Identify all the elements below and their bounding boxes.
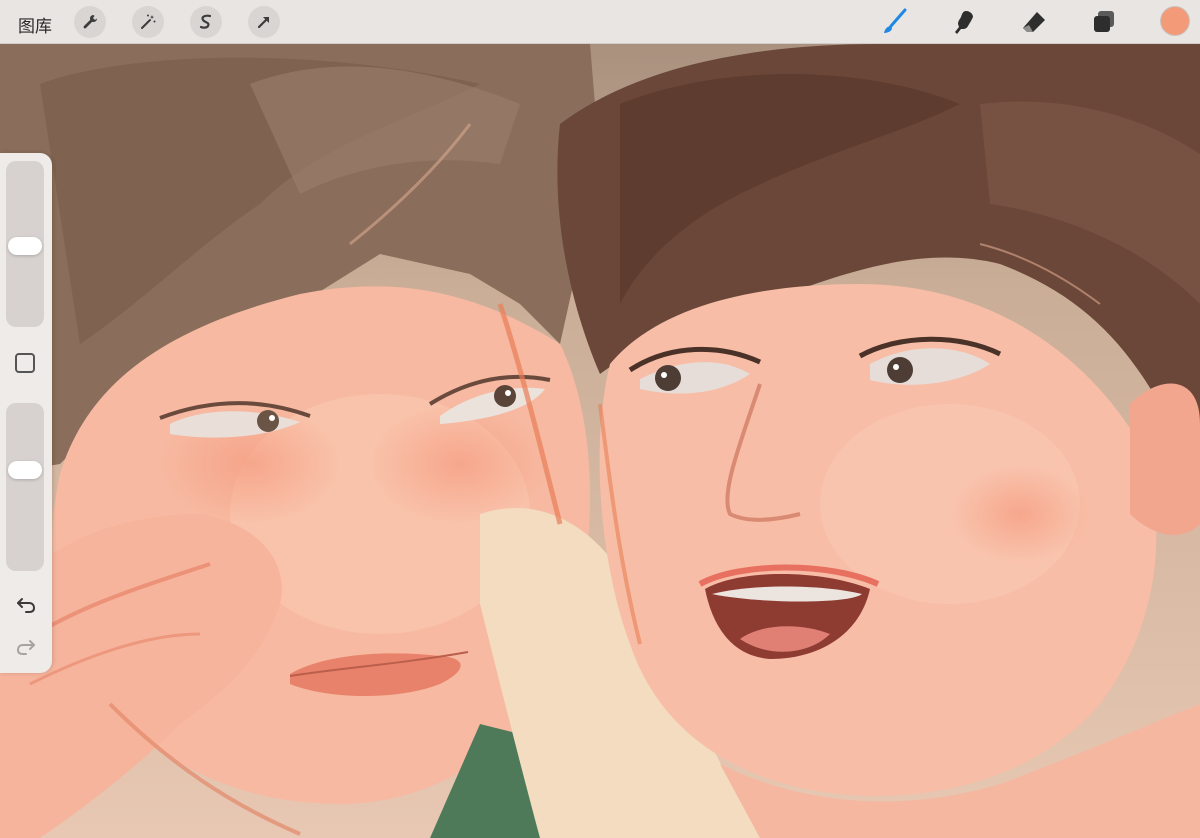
brush-icon bbox=[884, 8, 907, 33]
drawing-canvas[interactable] bbox=[0, 44, 1200, 838]
brush-size-slider[interactable] bbox=[6, 161, 44, 327]
smudge-icon bbox=[955, 11, 973, 34]
transform-arrow-icon bbox=[257, 16, 270, 29]
layers-tool[interactable] bbox=[1088, 6, 1120, 38]
gallery-button[interactable]: 图库 bbox=[18, 12, 52, 37]
eraser-tool[interactable] bbox=[1018, 6, 1050, 38]
brush-tool[interactable] bbox=[878, 6, 910, 38]
undo-button[interactable] bbox=[14, 593, 38, 617]
transform-button[interactable] bbox=[248, 6, 280, 38]
eraser-icon bbox=[1023, 12, 1045, 32]
wrench-icon bbox=[83, 15, 97, 29]
adjustments-button[interactable] bbox=[132, 6, 164, 38]
left-sidebar bbox=[0, 153, 52, 673]
opacity-thumb[interactable] bbox=[8, 461, 42, 479]
smudge-tool[interactable] bbox=[948, 6, 980, 38]
selection-button[interactable] bbox=[190, 6, 222, 38]
actions-button[interactable] bbox=[74, 6, 106, 38]
magic-wand-icon bbox=[141, 14, 156, 29]
opacity-slider[interactable] bbox=[6, 403, 44, 571]
brush-size-thumb[interactable] bbox=[8, 237, 42, 255]
top-toolbar: 图库 bbox=[0, 0, 1200, 44]
color-picker-button[interactable] bbox=[1160, 6, 1190, 36]
undo-icon bbox=[17, 598, 36, 613]
redo-icon bbox=[16, 640, 35, 655]
layers-icon bbox=[1094, 11, 1114, 32]
redo-button[interactable] bbox=[14, 635, 38, 659]
painting bbox=[0, 44, 1200, 838]
selection-icon bbox=[199, 14, 212, 29]
modify-button[interactable] bbox=[15, 353, 35, 373]
